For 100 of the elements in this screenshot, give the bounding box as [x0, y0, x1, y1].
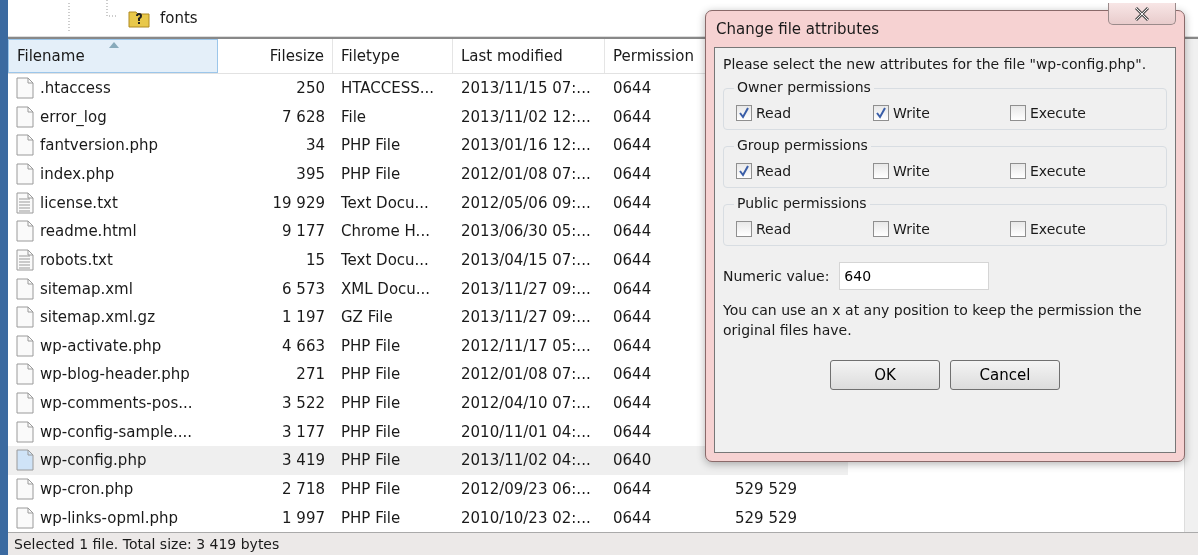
checkbox[interactable] — [736, 221, 752, 237]
file-name: fantversion.php — [40, 136, 159, 155]
file-icon — [16, 420, 34, 443]
file-row[interactable]: wp-config.php 3 419 PHP File 2013/11/02 04:... 0640 — [8, 446, 848, 475]
file-row[interactable]: wp-comments-pos... 3 522 PHP File 2012/04/10 07:... 0644 — [8, 388, 848, 418]
last-modified: 2013/11/27 09:... — [460, 308, 592, 327]
checkbox[interactable] — [736, 163, 752, 179]
file-size: 1 997 — [281, 508, 326, 527]
permissions: 0644 — [612, 279, 653, 298]
column-header[interactable]: Filename — [8, 39, 218, 73]
file-name: wp-config.php — [40, 451, 147, 470]
file-type: PHP File — [340, 136, 402, 155]
file-name: readme.html — [40, 222, 137, 241]
dialog-button[interactable]: OK — [830, 360, 940, 390]
file-size: 19 929 — [271, 193, 326, 212]
close-button[interactable] — [1108, 3, 1176, 25]
permissions: 0644 — [612, 164, 653, 183]
group-label: Group permissions — [734, 137, 871, 153]
file-type: Chrome H... — [340, 222, 431, 241]
file-row[interactable]: wp-cron.php 2 718 PHP File 2012/09/23 06:... 0644 529 529 — [8, 474, 848, 504]
last-modified: 2012/01/08 07:... — [460, 164, 592, 183]
file-name: wp-blog-header.php — [40, 365, 190, 384]
checkbox[interactable] — [873, 221, 889, 237]
folder-name[interactable]: fonts — [160, 9, 198, 27]
column-header[interactable]: Last modified — [453, 39, 605, 73]
numeric-value-field[interactable]: 640 — [839, 262, 990, 290]
file-icon — [16, 306, 34, 329]
checkbox[interactable] — [873, 163, 889, 179]
file-icon — [16, 449, 34, 472]
file-icon — [16, 506, 34, 529]
field-label: Numeric value: — [723, 268, 830, 284]
column-header[interactable]: Filetype — [333, 39, 453, 73]
last-modified: 2012/09/23 06:... — [460, 480, 592, 499]
sort-arrow-icon — [109, 42, 119, 48]
checkbox-label: Execute — [1030, 105, 1086, 121]
checkbox[interactable] — [1010, 221, 1026, 237]
file-size: 395 — [295, 164, 326, 183]
file-type: GZ File — [340, 308, 394, 327]
permissions: 0644 — [612, 78, 653, 97]
file-size: 3 522 — [281, 394, 326, 413]
checkbox[interactable] — [736, 105, 752, 121]
file-type: XML Docu... — [340, 279, 432, 298]
file-icon — [16, 105, 34, 128]
permissions: 0644 — [612, 222, 653, 241]
file-size: 4 663 — [281, 336, 326, 355]
checkbox[interactable] — [1010, 163, 1026, 179]
checkbox-label: Execute — [1030, 221, 1086, 237]
folder-icon — [128, 8, 150, 28]
last-modified: 2010/10/23 02:... — [460, 508, 592, 527]
permissions: 0644 — [612, 250, 653, 269]
checkbox[interactable] — [873, 105, 889, 121]
file-name: index.php — [40, 164, 115, 183]
checkbox-label: Write — [893, 105, 930, 121]
last-modified: 2012/11/17 05:... — [460, 336, 592, 355]
file-size: 9 177 — [281, 222, 326, 241]
tree-branch-line — [106, 0, 118, 17]
file-name: sitemap.xml — [40, 279, 133, 298]
file-row[interactable]: wp-links-opml.php 1 997 PHP File 2010/10/23 02:... 0644 529 529 — [8, 503, 848, 532]
file-size: 2 718 — [281, 480, 326, 499]
file-type: PHP File — [340, 164, 402, 183]
permissions: 0644 — [612, 336, 653, 355]
file-name: wp-links-opml.php — [40, 508, 179, 527]
file-size: 250 — [295, 78, 326, 97]
file-name: license.txt — [40, 193, 118, 212]
checkbox-label: Write — [893, 221, 930, 237]
owner-group: 529 529 — [715, 480, 806, 499]
file-size: 6 573 — [281, 279, 326, 298]
file-size: 271 — [295, 365, 326, 384]
file-name: error_log — [40, 107, 107, 126]
file-type: File — [340, 107, 368, 126]
file-type: Text Docu... — [340, 250, 430, 269]
hint-text: You can use an x at any position to keep the permission the original files have. — [723, 301, 1143, 340]
last-modified: 2013/06/30 05:... — [460, 222, 592, 241]
file-type: PHP File — [340, 451, 402, 470]
checkbox-label: Read — [756, 163, 792, 179]
dialog-button[interactable]: Cancel — [950, 360, 1060, 390]
file-icon — [16, 220, 34, 243]
file-size: 3 419 — [281, 451, 326, 470]
checkbox[interactable] — [1010, 105, 1026, 121]
last-modified: 2013/11/02 04:... — [460, 451, 592, 470]
file-size: 3 177 — [281, 422, 326, 441]
file-row[interactable]: wp-config-sample.... 3 177 PHP File 2010/11/01 04:... 0644 — [8, 417, 848, 447]
column-header[interactable]: Filesize — [218, 39, 333, 73]
permissions: 0644 — [612, 308, 653, 327]
file-type: HTACCESS... — [340, 78, 436, 97]
file-type: PHP File — [340, 422, 402, 441]
permissions: 0640 — [612, 451, 653, 470]
checkbox-label: Execute — [1030, 163, 1086, 179]
file-size: 34 — [304, 136, 326, 155]
file-name: wp-config-sample.... — [40, 422, 193, 441]
last-modified: 2013/11/02 12:... — [460, 107, 592, 126]
file-type: PHP File — [340, 365, 402, 384]
group-label: Public permissions — [734, 195, 870, 211]
file-icon — [16, 334, 34, 357]
dialog-prompt: Please select the new attributes for the file "wp-config.php". — [723, 56, 1148, 72]
close-icon — [1134, 6, 1150, 21]
last-modified: 2012/05/06 09:... — [460, 193, 592, 212]
file-type: PHP File — [340, 394, 402, 413]
file-icon — [16, 134, 34, 157]
permissions: 0644 — [612, 394, 653, 413]
